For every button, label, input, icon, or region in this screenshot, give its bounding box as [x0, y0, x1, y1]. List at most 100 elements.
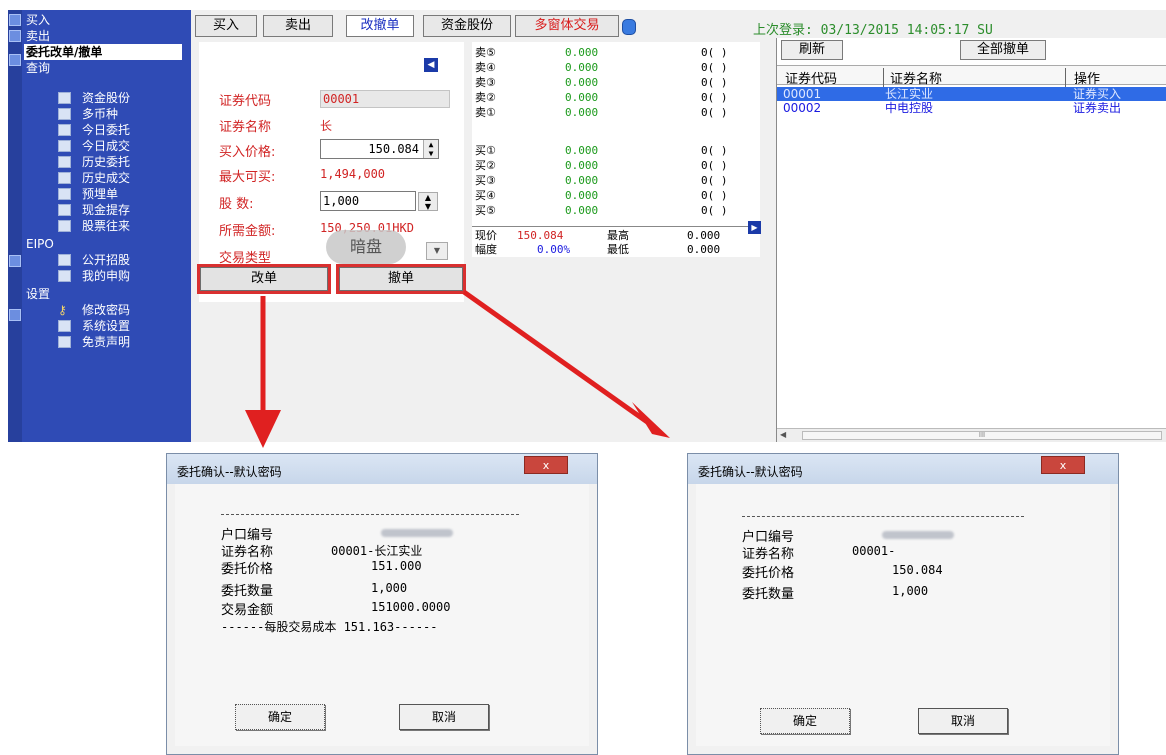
price-field[interactable]: 150.084 ▲ ▼: [320, 139, 439, 159]
sell5-name: 卖⑤: [475, 46, 496, 59]
cancel-all-button[interactable]: 全部撤单: [960, 40, 1046, 60]
price-spinner-icon[interactable]: ▲ ▼: [423, 140, 438, 158]
scroll-left-icon[interactable]: ◀: [780, 430, 786, 439]
price-value: 151.000: [371, 559, 422, 573]
main-window: 买入 卖出 改撤单 资金股份 多窗体交易 上次登录: 03/13/2015 14…: [191, 10, 1166, 442]
name-value: 00001-长江实业: [331, 544, 423, 558]
order-icon: [9, 30, 21, 42]
max-label: 最大可买:: [219, 170, 276, 185]
sidebar-item-disclaimer[interactable]: 免责声明: [82, 334, 130, 350]
sidebar-item-today-trades[interactable]: 今日成交: [82, 138, 130, 154]
sidebar-item-change-password[interactable]: 修改密码: [82, 302, 130, 318]
sell3-vol: 0( ): [701, 76, 728, 89]
sidebar-item-system-settings[interactable]: 系统设置: [82, 318, 130, 334]
folder-icon: [58, 172, 71, 184]
col-name[interactable]: 证券名称: [883, 68, 942, 87]
folder-icon: [58, 270, 71, 282]
database-icon[interactable]: [622, 19, 636, 35]
refresh-button[interactable]: 刷新: [781, 40, 843, 60]
folder-icon: [58, 220, 71, 232]
name-label: 证券名称: [742, 547, 795, 562]
sidebar-header-settings[interactable]: 设置: [26, 286, 50, 302]
dialog-body: 户口编号 证券名称 00001- 委托价格 150.084 委托数量 1,000…: [696, 484, 1110, 746]
query-icon: [9, 54, 21, 66]
buy1-name: 买①: [475, 144, 496, 157]
sidebar-item-history-trades[interactable]: 历史成交: [82, 170, 130, 186]
sidebar-item-sell[interactable]: 卖出: [26, 28, 50, 44]
change-label: 幅度: [475, 243, 497, 256]
sell5-vol: 0( ): [701, 46, 728, 59]
tab-buy[interactable]: 买入: [195, 15, 257, 37]
sell4-name: 卖④: [475, 61, 496, 74]
sidebar: 买入 卖出 委托改单/撤单 查询 资金股份 多币种 今日委托 今日成交 历史委托…: [8, 10, 191, 442]
account-value-redacted: [381, 529, 453, 537]
close-icon[interactable]: x: [1041, 456, 1085, 474]
buy5-name: 买⑤: [475, 204, 496, 217]
scroll-thumb[interactable]: III: [802, 431, 1162, 440]
dialog-body: 户口编号 证券名称 00001-长江实业 委托价格 151.000 委托数量 1…: [175, 484, 589, 746]
sidebar-item-today-orders[interactable]: 今日委托: [82, 122, 130, 138]
ok-button[interactable]: 确定: [235, 704, 325, 730]
qty-value: 1,000: [371, 581, 408, 595]
sell3-price: 0.000: [565, 76, 599, 89]
collapse-icon[interactable]: ◀: [424, 58, 438, 72]
close-icon[interactable]: x: [524, 456, 568, 474]
horizontal-scrollbar[interactable]: ◀ III: [777, 428, 1166, 442]
sidebar-header-query[interactable]: 查询: [26, 60, 50, 76]
col-code[interactable]: 证券代码: [785, 68, 837, 87]
dark-pool-badge[interactable]: 暗盘: [326, 230, 406, 264]
quote-panel: 卖⑤ 0.000 0( ) 卖④ 0.000 0( ) 卖③ 0.000 0( …: [472, 42, 760, 257]
last-login: 上次登录: 03/13/2015 14:05:17 SU: [753, 23, 993, 38]
sidebar-header-eipo[interactable]: EIPO: [26, 236, 54, 252]
buy2-name: 买②: [475, 159, 496, 172]
sidebar-item-buy[interactable]: 买入: [26, 12, 50, 28]
amount-value: 151000.0000: [371, 600, 451, 614]
sell5-price: 0.000: [565, 46, 599, 59]
dialog-titlebar[interactable]: 委托确认--默认密码 x: [167, 454, 597, 484]
cancel-button[interactable]: 取消: [918, 708, 1008, 734]
buy4-price: 0.000: [565, 189, 599, 202]
sidebar-item-cash[interactable]: 现金提存: [82, 202, 130, 218]
tab-funds[interactable]: 资金股份: [423, 15, 511, 37]
sidebar-item-modify-cancel[interactable]: 委托改单/撤单: [24, 44, 182, 60]
sell1-price: 0.000: [565, 106, 599, 119]
sidebar-item-history-orders[interactable]: 历史委托: [82, 154, 130, 170]
buy1-vol: 0( ): [701, 144, 728, 157]
qty-label: 委托数量: [742, 587, 795, 602]
row-name: 长江实业: [885, 87, 934, 101]
row-op: 证券买入: [1073, 87, 1122, 101]
qty-spinner-icon[interactable]: ▲ ▼: [418, 192, 438, 211]
sidebar-item-my-subscriptions[interactable]: 我的申购: [82, 268, 130, 284]
change-value: 0.00%: [537, 243, 571, 256]
sidebar-item-multicurrency[interactable]: 多币种: [82, 106, 118, 122]
settings-icon: [9, 309, 21, 321]
amount-label: 交易金额: [221, 603, 274, 618]
sidebar-item-preorder[interactable]: 预埋单: [82, 186, 118, 202]
row-name: 中电控股: [885, 101, 934, 115]
code-label: 证券代码: [219, 94, 272, 109]
tab-modify-cancel[interactable]: 改撤单: [346, 15, 414, 37]
sell2-name: 卖②: [475, 91, 496, 104]
table-row[interactable]: 00001 长江实业 证券买入: [777, 87, 1166, 101]
tab-sell[interactable]: 卖出: [263, 15, 333, 37]
buy5-price: 0.000: [565, 204, 599, 217]
row-code: 00002: [783, 101, 822, 115]
code-field[interactable]: 00001: [320, 90, 450, 108]
ok-button[interactable]: 确定: [760, 708, 850, 734]
modify-button[interactable]: 改单: [197, 264, 331, 294]
sidebar-item-funds[interactable]: 资金股份: [82, 90, 130, 106]
sidebar-item-stock-transfer[interactable]: 股票往来: [82, 218, 130, 234]
sidebar-item-public-offer[interactable]: 公开招股: [82, 252, 130, 268]
table-row[interactable]: 00002 中电控股 证券卖出: [777, 101, 1166, 115]
folder-icon: [58, 156, 71, 168]
cancel-button[interactable]: 取消: [399, 704, 489, 730]
col-action[interactable]: 操作: [1065, 68, 1100, 87]
expand-icon[interactable]: ▶: [748, 221, 761, 234]
qty-field[interactable]: 1,000: [320, 191, 416, 211]
buy2-vol: 0( ): [701, 159, 728, 172]
tab-multi-window[interactable]: 多窗体交易: [515, 15, 619, 37]
dialog-titlebar[interactable]: 委托确认--默认密码 x: [688, 454, 1118, 484]
name-label: 证券名称: [219, 120, 272, 135]
chevron-down-icon[interactable]: ▼: [426, 242, 448, 260]
cancel-order-button[interactable]: 撤单: [336, 264, 466, 294]
